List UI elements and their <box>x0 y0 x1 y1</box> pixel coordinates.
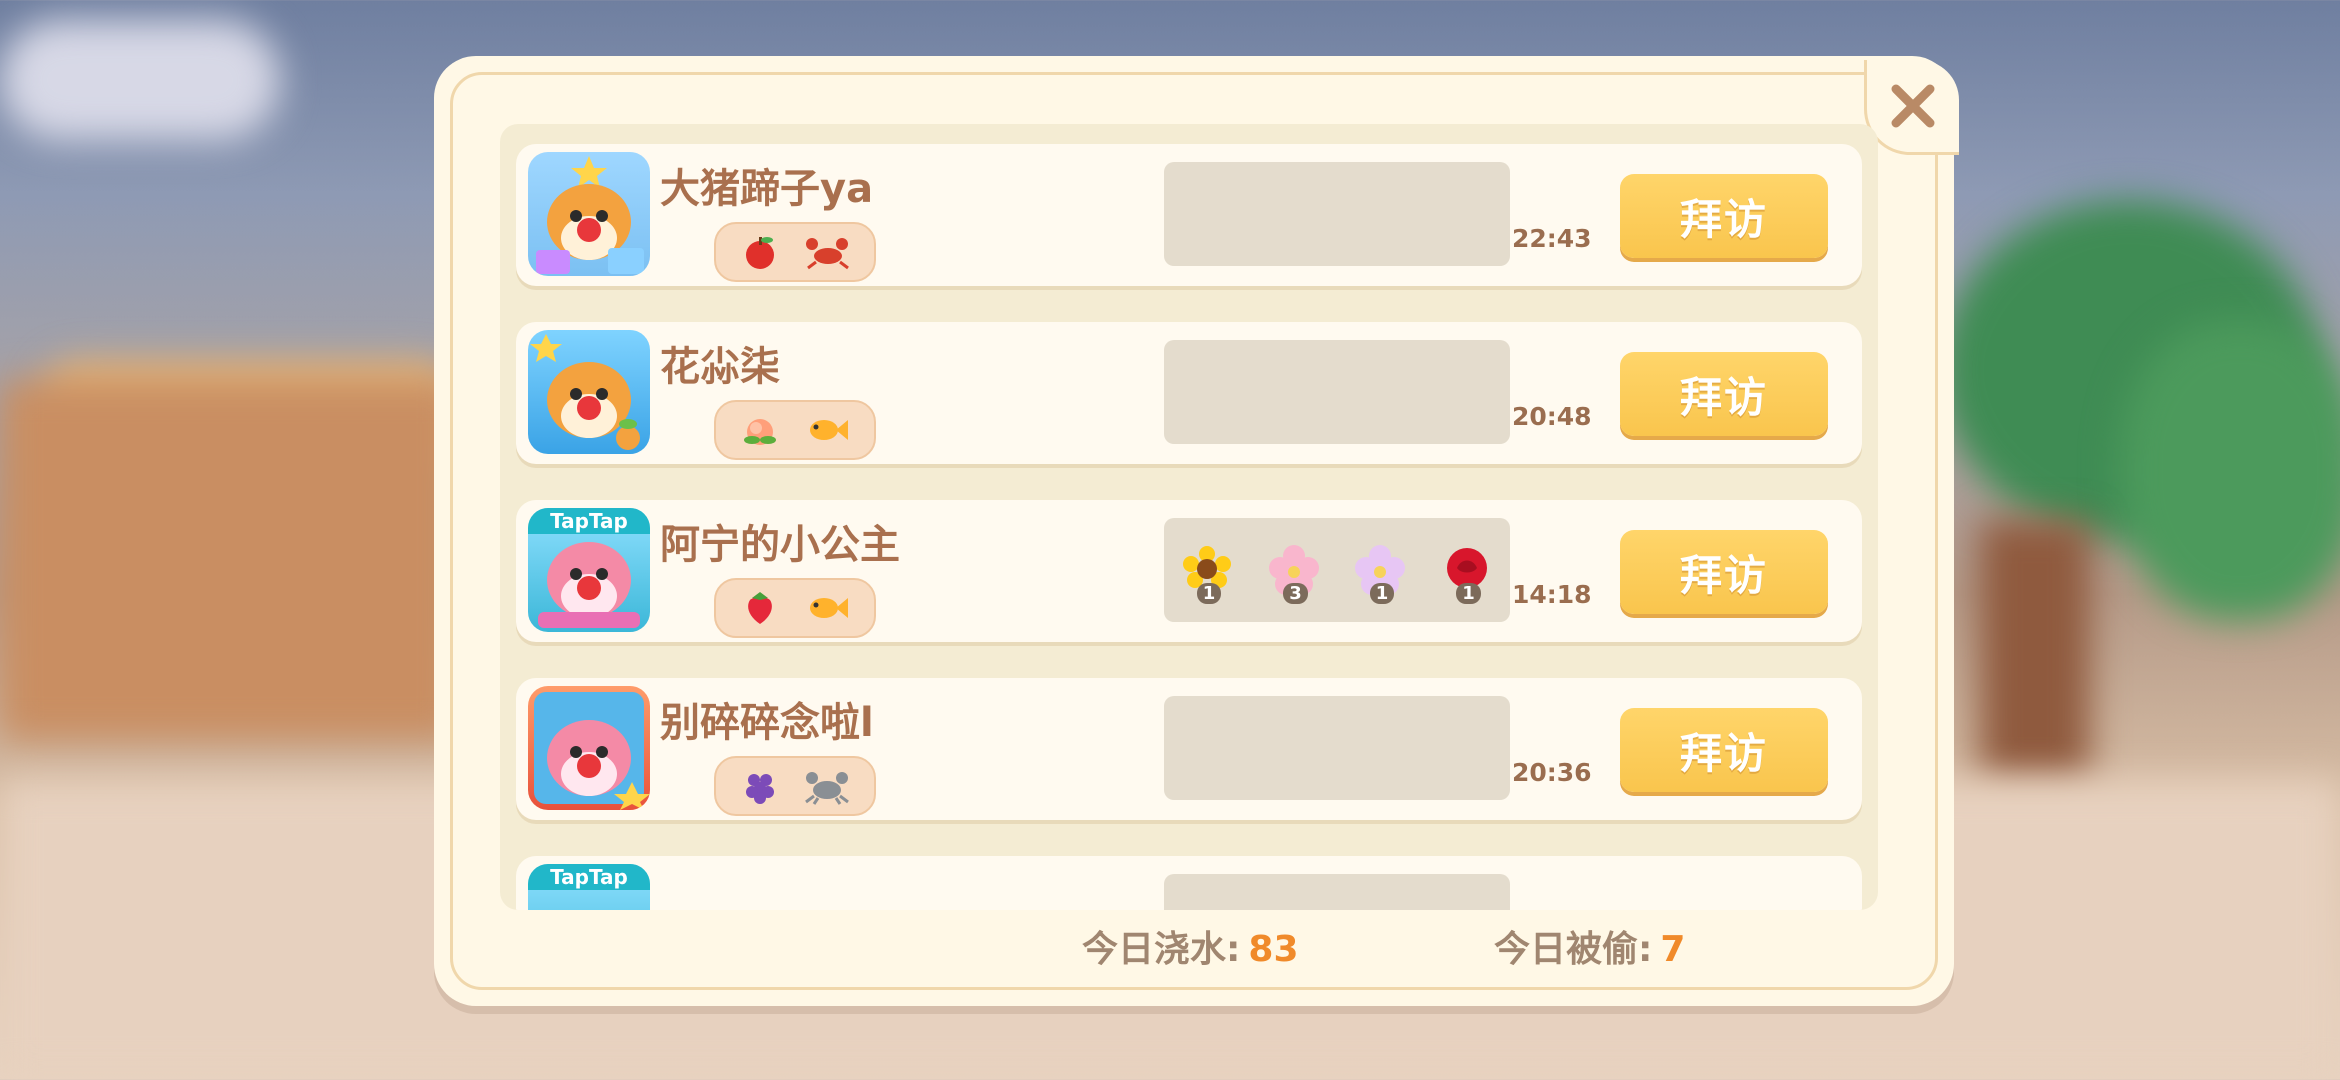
bg-tree <box>2120 320 2340 620</box>
stolen-today: 今日被偷: 7 <box>1494 920 1685 972</box>
watered-value: 83 <box>1248 929 1299 970</box>
goldfish-icon <box>810 598 848 618</box>
avatar[interactable] <box>528 152 650 276</box>
list-item[interactable]: 花尛柒 20:48 拜访 <box>516 322 1862 464</box>
grapes-icon <box>746 774 774 804</box>
avatar[interactable]: TapTap <box>528 864 650 910</box>
flower-item: 3 <box>1266 542 1322 604</box>
visit-button[interactable]: 拜访 <box>1620 352 1828 436</box>
flower-count: 1 <box>1369 583 1395 604</box>
peach-icon <box>744 419 776 445</box>
watered-today: 今日浇水: 83 <box>1082 920 1299 972</box>
visit-time: 22:43 <box>1512 224 1592 253</box>
item-badge <box>714 578 876 638</box>
stolen-label: 今日被偷: <box>1494 929 1653 970</box>
goldfish-icon <box>810 420 848 440</box>
friend-list[interactable]: 大猪蹄子ya 22:43 拜访 花尛柒 20:48 拜访 TapTap 阿宁的小… <box>500 124 1878 910</box>
avatar[interactable]: TapTap <box>528 508 650 632</box>
avatar[interactable] <box>528 686 650 810</box>
flower-count: 1 <box>1196 583 1222 604</box>
flower-slot <box>1164 696 1510 800</box>
visit-button[interactable]: 拜访 <box>1620 530 1828 614</box>
flower-slot <box>1164 162 1510 266</box>
item-badge <box>714 400 876 460</box>
flower-item: 1 <box>1179 542 1235 604</box>
apple-icon <box>746 237 774 269</box>
flower-slot <box>1164 874 1510 910</box>
list-item[interactable]: 别碎碎念啦l 20:36 拜访 <box>516 678 1862 820</box>
watered-label: 今日浇水: <box>1082 929 1241 970</box>
bg-tree-trunk <box>1980 520 2090 780</box>
list-item[interactable]: 大猪蹄子ya 22:43 拜访 <box>516 144 1862 286</box>
close-button[interactable] <box>1864 60 1959 155</box>
item-badge <box>714 222 876 282</box>
friend-name: 花尛柒 <box>660 344 780 390</box>
friend-name: 大猪蹄子ya <box>660 166 874 212</box>
visit-time: 14:18 <box>1512 580 1592 609</box>
strawberry-icon <box>748 592 772 624</box>
flower-slot <box>1164 340 1510 444</box>
crab-icon <box>805 772 849 805</box>
visit-button[interactable]: 拜访 <box>1620 174 1828 258</box>
list-item[interactable]: TapTap 阿宁的小公主 1 3 1 1 14:18 拜访 <box>516 500 1862 642</box>
visit-button[interactable]: 拜访 <box>1620 708 1828 792</box>
bg-building <box>0 380 460 740</box>
flower-count: 1 <box>1456 583 1481 604</box>
stolen-value: 7 <box>1660 929 1686 970</box>
friend-name: 别碎碎念啦l <box>660 700 874 746</box>
bg-cloud <box>0 20 280 140</box>
friend-name: 阿宁的小公主 <box>660 522 900 568</box>
flower-slot: 1 3 1 1 <box>1164 518 1510 622</box>
lobster-icon <box>806 238 849 270</box>
item-badge <box>714 756 876 816</box>
flower-item: 1 <box>1439 542 1495 604</box>
flower-item: 1 <box>1352 542 1408 604</box>
taptap-badge: TapTap <box>528 864 650 890</box>
avatar[interactable] <box>528 330 650 454</box>
flower-count: 3 <box>1283 583 1308 604</box>
list-item[interactable]: TapTap <box>516 856 1862 910</box>
close-icon <box>1891 84 1935 128</box>
visit-time: 20:36 <box>1512 758 1592 787</box>
visit-time: 20:48 <box>1512 402 1592 431</box>
